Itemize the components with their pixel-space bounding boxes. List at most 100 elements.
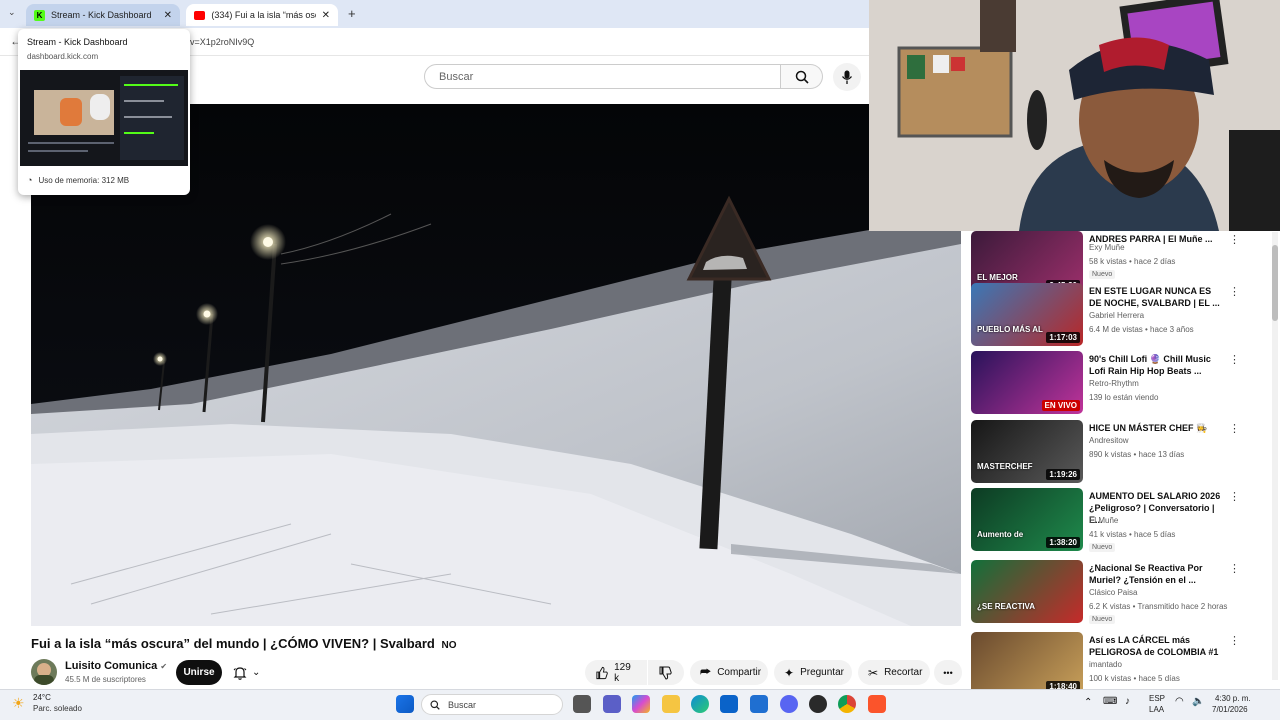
search-button[interactable] bbox=[781, 64, 823, 89]
tab-kick-dashboard[interactable]: K Stream - Kick Dashboard ✕ bbox=[26, 4, 180, 26]
tab-list-chevron-icon[interactable]: ⌄ bbox=[8, 7, 16, 18]
clock-time[interactable]: 4:30 p. m. bbox=[1215, 694, 1251, 703]
more-vert-icon[interactable]: ⋮ bbox=[1229, 353, 1240, 366]
tab-youtube-video[interactable]: (334) Fui a la isla “más oscura” d ✕ bbox=[186, 4, 338, 26]
more-actions-button[interactable]: ••• bbox=[934, 660, 962, 685]
streamer-webcam-feed bbox=[869, 0, 1280, 231]
recommendation-meta: 139 lo están viendo bbox=[1089, 393, 1159, 402]
more-vert-icon[interactable]: ⋮ bbox=[1229, 422, 1240, 435]
recommendation-title[interactable]: ¿Nacional Se Reactiva Por Muriel? ¿Tensi… bbox=[1089, 562, 1221, 586]
input-language[interactable]: ESP bbox=[1149, 694, 1165, 703]
hover-card-title: Stream - Kick Dashboard bbox=[27, 37, 128, 47]
windows-start-icon[interactable] bbox=[396, 695, 414, 713]
recommendation-title[interactable]: HICE UN MÁSTER CHEF 👩‍🍳 bbox=[1089, 422, 1221, 434]
recommendation-channel[interactable]: Andresitow bbox=[1089, 436, 1129, 445]
outlook-icon[interactable] bbox=[750, 695, 768, 713]
new-badge: Nuevo bbox=[1089, 615, 1116, 624]
recommendation-title[interactable]: Así es LA CÁRCEL más PELIGROSA de COLOMB… bbox=[1089, 634, 1221, 658]
recommendation-card[interactable]: EN VIVO 90's Chill Lofi 🔮 Chill Music Lof… bbox=[971, 351, 1271, 415]
teams-icon[interactable] bbox=[603, 695, 621, 713]
channel-name[interactable]: Luisito Comunica ✔ bbox=[65, 660, 167, 672]
weather-temperature[interactable]: 24°C bbox=[33, 693, 51, 702]
recommendation-channel[interactable]: El Muñe bbox=[1089, 516, 1118, 525]
video-thumbnail[interactable]: Aumento de 1:38:20 bbox=[971, 488, 1083, 551]
store-icon[interactable] bbox=[720, 695, 738, 713]
more-vert-icon[interactable]: ⋮ bbox=[1229, 634, 1240, 647]
memory-usage-label: Uso de memoria: 312 MB bbox=[38, 175, 130, 185]
video-thumbnail[interactable]: ¿SE REACTIVA bbox=[971, 560, 1083, 623]
discord-icon[interactable] bbox=[780, 695, 798, 713]
video-thumbnail[interactable]: 1:18:40 bbox=[971, 632, 1083, 695]
weather-description[interactable]: Parc. soleado bbox=[33, 704, 82, 713]
more-vert-icon[interactable]: ⋮ bbox=[1229, 233, 1240, 246]
input-layout[interactable]: LAA bbox=[1149, 705, 1164, 714]
more-vert-icon[interactable]: ⋮ bbox=[1229, 562, 1240, 575]
url-text[interactable]: v=X1p2roNIv9Q bbox=[190, 37, 254, 47]
recommendation-card[interactable]: PUEBLO MÁS AL 1:17:03 EN ESTE LUGAR NUNCA … bbox=[971, 283, 1271, 347]
network-icon[interactable]: ⌨ bbox=[1103, 696, 1117, 707]
duration-badge: 1:38:20 bbox=[1046, 537, 1080, 548]
recommendation-title[interactable]: 90's Chill Lofi 🔮 Chill Music Lofi Rain … bbox=[1089, 353, 1221, 377]
search-input[interactable]: Buscar bbox=[424, 64, 781, 89]
video-thumbnail[interactable]: MASTERCHEF 1:19:26 bbox=[971, 420, 1083, 483]
search-icon bbox=[430, 700, 440, 710]
share-label: Compartir bbox=[717, 667, 762, 678]
webcam-overlay bbox=[869, 0, 1280, 231]
recommendation-card[interactable]: MASTERCHEF 1:19:26 HICE UN MÁSTER CHEF 👩‍🍳… bbox=[971, 420, 1271, 484]
join-button[interactable]: Unirse bbox=[176, 660, 222, 685]
new-tab-button[interactable]: + bbox=[348, 6, 356, 21]
recommendation-card[interactable]: Aumento de 1:38:20 AUMENTO DEL SALARIO 202… bbox=[971, 488, 1271, 552]
recommendation-title[interactable]: EN ESTE LUGAR NUNCA ES DE NOCHE, SVALBAR… bbox=[1089, 285, 1221, 309]
wifi-icon[interactable]: ◠ bbox=[1175, 696, 1184, 707]
video-title: Fui a la isla “más oscura” del mundo | ¿… bbox=[31, 636, 457, 651]
video-thumbnail[interactable]: PUEBLO MÁS AL 1:17:03 bbox=[971, 283, 1083, 346]
brave-icon[interactable] bbox=[868, 695, 886, 713]
microphone-icon bbox=[841, 70, 853, 84]
sidebar-scrollbar-thumb[interactable] bbox=[1272, 245, 1278, 321]
channel-avatar[interactable] bbox=[31, 659, 57, 685]
recommendation-meta: 41 k vistas • hace 5 días bbox=[1089, 530, 1176, 539]
clock-date[interactable]: 7/01/2026 bbox=[1212, 705, 1248, 714]
close-tab-icon[interactable]: ✕ bbox=[322, 10, 330, 21]
video-title-text: Fui a la isla “más oscura” del mundo | ¿… bbox=[31, 636, 435, 651]
chrome-icon[interactable] bbox=[838, 695, 856, 713]
obs-icon[interactable] bbox=[809, 695, 827, 713]
edge-icon[interactable] bbox=[691, 695, 709, 713]
volume-icon[interactable]: ♪ bbox=[1125, 696, 1130, 707]
recommendation-card[interactable]: 1:18:40 Así es LA CÁRCEL más PELIGROSA de… bbox=[971, 632, 1271, 696]
share-button[interactable]: ⮫ Compartir bbox=[690, 660, 768, 685]
task-view-icon[interactable] bbox=[573, 695, 591, 713]
taskbar-search[interactable]: Buscar bbox=[421, 694, 563, 715]
tab-hover-card: Stream - Kick Dashboard dashboard.kick.c… bbox=[18, 29, 190, 195]
video-thumbnail[interactable]: EN VIVO bbox=[971, 351, 1083, 414]
new-badge: Nuevo bbox=[1089, 270, 1116, 279]
file-explorer-icon[interactable] bbox=[662, 695, 680, 713]
memory-usage: ◔ Uso de memoria: 312 MB bbox=[27, 175, 129, 185]
recommendation-channel[interactable]: Exy Muñe bbox=[1089, 243, 1125, 252]
share-arrow-icon: ⮫ bbox=[700, 665, 712, 679]
more-vert-icon[interactable]: ⋮ bbox=[1229, 490, 1240, 503]
recommendation-card[interactable]: ¿SE REACTIVA ¿Nacional Se Reactiva Por Mu… bbox=[971, 560, 1271, 624]
recommendation-channel[interactable]: imantado bbox=[1089, 660, 1122, 669]
recommendation-channel[interactable]: Gabriel Herrera bbox=[1089, 311, 1144, 320]
voice-search-button[interactable] bbox=[833, 63, 861, 91]
youtube-icon bbox=[194, 10, 206, 20]
close-tab-icon[interactable]: ✕ bbox=[164, 10, 172, 21]
sparkle-icon: ✦ bbox=[784, 665, 795, 680]
browser-tab-bar: ⌄ K Stream - Kick Dashboard ✕ (334) Fui … bbox=[0, 0, 870, 28]
weather-icon: ☀ bbox=[12, 695, 25, 711]
taskbar-search-label: Buscar bbox=[448, 699, 477, 710]
copilot-icon[interactable] bbox=[632, 695, 650, 713]
ask-button[interactable]: ✦ Preguntar bbox=[774, 660, 852, 685]
notifications-button[interactable]: ⌄ bbox=[232, 660, 274, 685]
chevron-up-icon[interactable]: ⌃ bbox=[1084, 697, 1092, 708]
recommendation-meta: 58 k vistas • hace 2 días bbox=[1089, 257, 1176, 266]
recommendation-channel[interactable]: Clásico Paisa bbox=[1089, 588, 1137, 597]
like-button[interactable]: 129 k bbox=[585, 660, 647, 685]
recommendation-meta: 6.4 M de vistas • hace 3 años bbox=[1089, 325, 1194, 334]
speaker-icon[interactable]: 🔈 bbox=[1192, 696, 1204, 707]
clip-button[interactable]: ✂ Recortar bbox=[858, 660, 930, 685]
more-vert-icon[interactable]: ⋮ bbox=[1229, 285, 1240, 298]
dislike-button[interactable] bbox=[648, 660, 684, 685]
recommendation-channel[interactable]: Retro-Rhythm bbox=[1089, 379, 1139, 388]
